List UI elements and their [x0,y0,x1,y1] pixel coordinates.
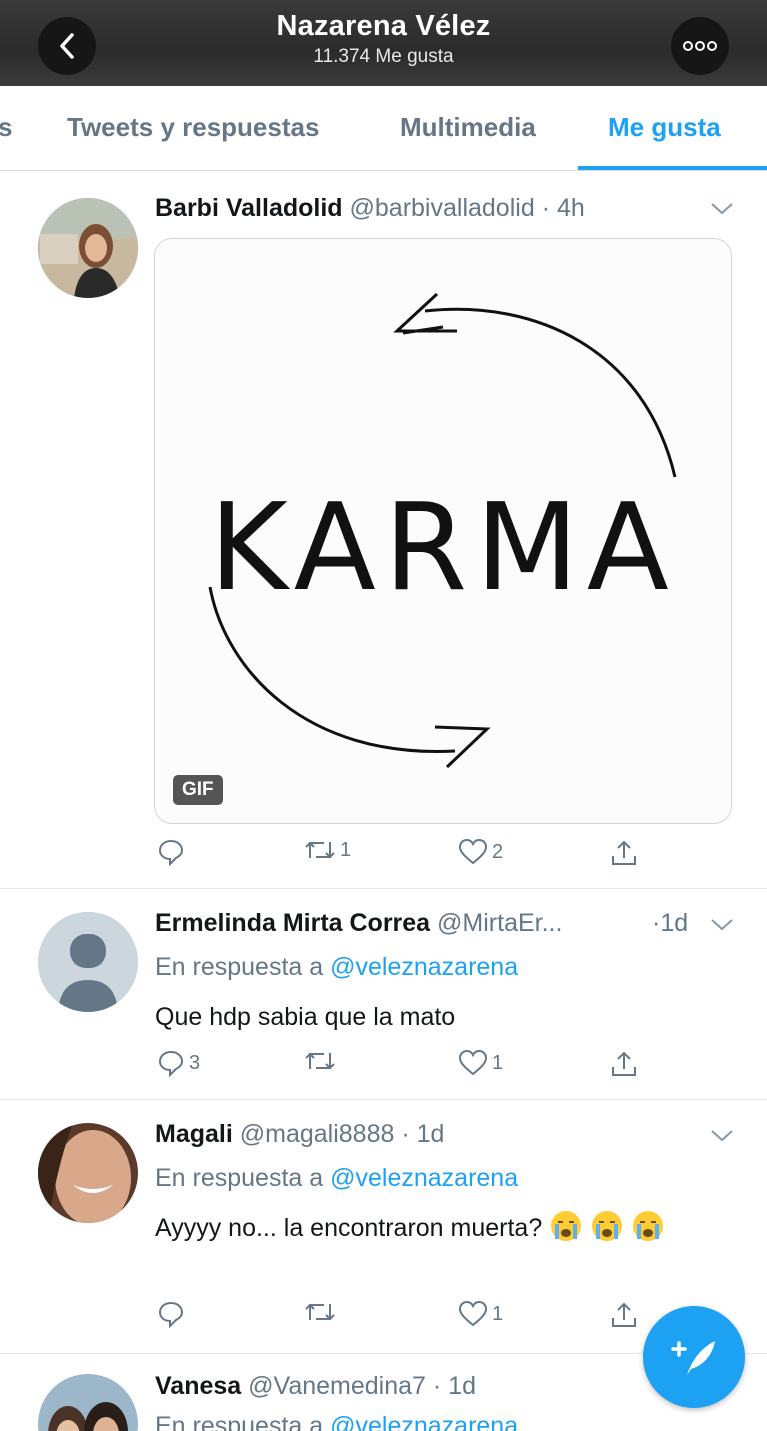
tweet-actions: 3 1 [0,1049,767,1085]
reply-prefix: En respuesta a [155,1412,324,1431]
retweet-count: 1 [340,838,352,861]
avatar[interactable] [38,198,138,298]
tweet[interactable]: Ermelinda Mirta Correa @MirtaEr... ·1d E… [0,889,767,1099]
share-icon [612,840,636,865]
tweet-time: · 1d [401,1120,445,1148]
author-name[interactable]: Barbi Valladolid [155,194,343,222]
reply-button[interactable] [157,838,189,866]
reply-context: En respuesta a @veleznazarena [155,1412,518,1431]
compose-feather-icon [671,1341,715,1375]
like-count: 2 [492,840,504,863]
karma-image: KARMA [208,292,677,769]
tweet-header: Magali @magali8888 · 1d [155,1120,444,1149]
like-count: 1 [492,1302,504,1325]
more-options-button[interactable] [671,17,729,75]
active-tab-indicator [578,166,767,170]
retweet-button[interactable] [304,1049,340,1073]
tweet-header: Barbi Valladolid @barbivalladolid · 4h [155,194,585,223]
tab-media[interactable]: Multimedia [400,112,536,143]
profile-header: Nazarena Vélez 11.374 Me gusta [0,0,767,86]
author-handle: @magali8888 [239,1120,395,1148]
author-handle: @MirtaEr... [437,909,563,937]
reply-count: 3 [189,1051,201,1074]
reply-icon [158,839,184,866]
tab-likes[interactable]: Me gusta [608,112,721,143]
author-name[interactable]: Magali [155,1120,233,1148]
profile-tabs: s Tweets y respuestas Multimedia Me gust… [0,86,767,171]
author-handle: @barbivalladolid [349,194,535,222]
retweet-icon [305,1052,335,1070]
tweet-time: ·1d [652,909,689,937]
reply-button[interactable] [157,1300,189,1328]
crying-face-emoji-icon [592,1211,623,1241]
share-icon [612,1302,636,1327]
tweet-time: · 1d [432,1372,476,1400]
share-button[interactable] [609,1300,639,1330]
author-name[interactable]: Vanesa [155,1372,241,1400]
tweet[interactable]: Barbi Valladolid @barbivalladolid · 4h K… [0,176,767,888]
author-handle: @Vanemedina7 [248,1372,426,1400]
chevron-down-icon [711,919,733,931]
reply-mention-link[interactable]: @veleznazarena [330,1164,518,1192]
gif-badge: GIF [173,775,223,805]
reply-icon [158,1050,184,1077]
share-button[interactable] [609,1049,639,1079]
avatar[interactable] [38,912,138,1012]
tweet-actions: 1 2 [0,838,767,874]
tweet-menu-button[interactable] [710,1129,734,1148]
reply-mention-link[interactable]: @veleznazarena [330,1412,518,1431]
author-name[interactable]: Ermelinda Mirta Correa [155,909,430,937]
tweet-body: Ayyyy no... la encontraron muerta? [155,1208,725,1248]
like-button[interactable]: 1 [458,1049,503,1077]
crying-face-emoji-icon [633,1211,664,1241]
like-count: 1 [492,1051,504,1074]
avatar[interactable] [38,1374,138,1431]
tweet-text: Ayyyy no... la encontraron muerta? [155,1214,543,1242]
retweet-icon [305,1303,335,1321]
heart-icon [458,1049,488,1076]
share-icon [612,1051,636,1076]
avatar[interactable] [38,1123,138,1223]
tab-tweets[interactable]: s [0,112,12,143]
share-button[interactable] [609,838,639,868]
tweet-menu-button[interactable] [710,202,734,221]
tweet[interactable]: Magali @magali8888 · 1d En respuesta a @… [0,1100,767,1353]
chevron-down-icon [711,1130,733,1142]
reply-button[interactable]: 3 [157,1049,200,1077]
tweet-header: Ermelinda Mirta Correa @MirtaEr... [155,909,562,938]
like-button[interactable]: 2 [458,838,503,866]
crying-face-emoji-icon [551,1211,582,1241]
compose-tweet-button[interactable] [643,1306,745,1408]
tab-tweets-and-replies[interactable]: Tweets y respuestas [67,112,319,143]
heart-icon [458,838,488,865]
more-icon [683,41,717,51]
tweet-time: · 4h [541,194,585,222]
retweet-button[interactable]: 1 [304,838,351,862]
like-button[interactable]: 1 [458,1300,503,1328]
tweet-text: Que hdp sabia que la mato [155,1003,456,1031]
chevron-down-icon [711,203,733,215]
profile-name: Nazarena Vélez [276,10,491,42]
reply-icon [158,1301,184,1328]
reply-context: En respuesta a @veleznazarena [155,1164,518,1193]
tweet-gif-media[interactable]: KARMA GIF [154,238,732,824]
likes-count: 11.374 Me gusta [313,46,454,67]
reply-prefix: En respuesta a [155,1164,324,1192]
tweet-header: Vanesa @Vanemedina7 · 1d [155,1372,476,1401]
retweet-button[interactable] [304,1300,340,1324]
reply-prefix: En respuesta a [155,953,324,981]
default-avatar-icon [38,912,138,1012]
reply-context: En respuesta a @veleznazarena [155,953,518,982]
reply-mention-link[interactable]: @veleznazarena [330,953,518,981]
retweet-icon [305,841,335,859]
heart-icon [458,1300,488,1327]
tweet-menu-button[interactable] [710,918,734,937]
karma-text: KARMA [209,479,677,618]
